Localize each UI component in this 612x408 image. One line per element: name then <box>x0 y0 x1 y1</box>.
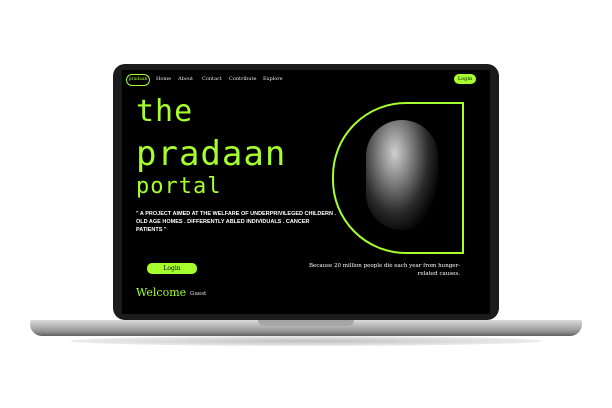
hero-title-line2: pradaan <box>136 134 287 174</box>
guest-label: Guest <box>190 291 207 297</box>
top-nav: pradaan Home About Contact Contribute Ex… <box>122 70 490 92</box>
nav-link-explore[interactable]: Explore <box>263 76 283 82</box>
nav-link-contact[interactable]: Contact <box>202 76 222 82</box>
hero-title-line3: portal <box>136 174 222 199</box>
child-photo <box>366 120 438 230</box>
laptop-shadow <box>70 336 542 346</box>
nav-login-button[interactable]: Login <box>454 74 476 84</box>
project-description: " A PROJECT AIMED AT THE WELFARE OF UNDE… <box>136 211 337 233</box>
laptop-screen: pradaan Home About Contact Contribute Ex… <box>122 70 490 314</box>
login-button[interactable]: Login <box>147 263 197 274</box>
nav-link-about[interactable]: About <box>178 76 193 82</box>
hero-title-line1: the <box>136 94 194 129</box>
nav-link-home[interactable]: Home <box>156 76 171 82</box>
nav-link-contribute[interactable]: Contribute <box>229 76 256 82</box>
laptop-notch <box>258 320 354 326</box>
welcome-text: Welcome <box>136 286 187 299</box>
hunger-quote: Because 20 million people die each year … <box>308 263 460 277</box>
brand-logo[interactable]: pradaan <box>126 74 150 86</box>
